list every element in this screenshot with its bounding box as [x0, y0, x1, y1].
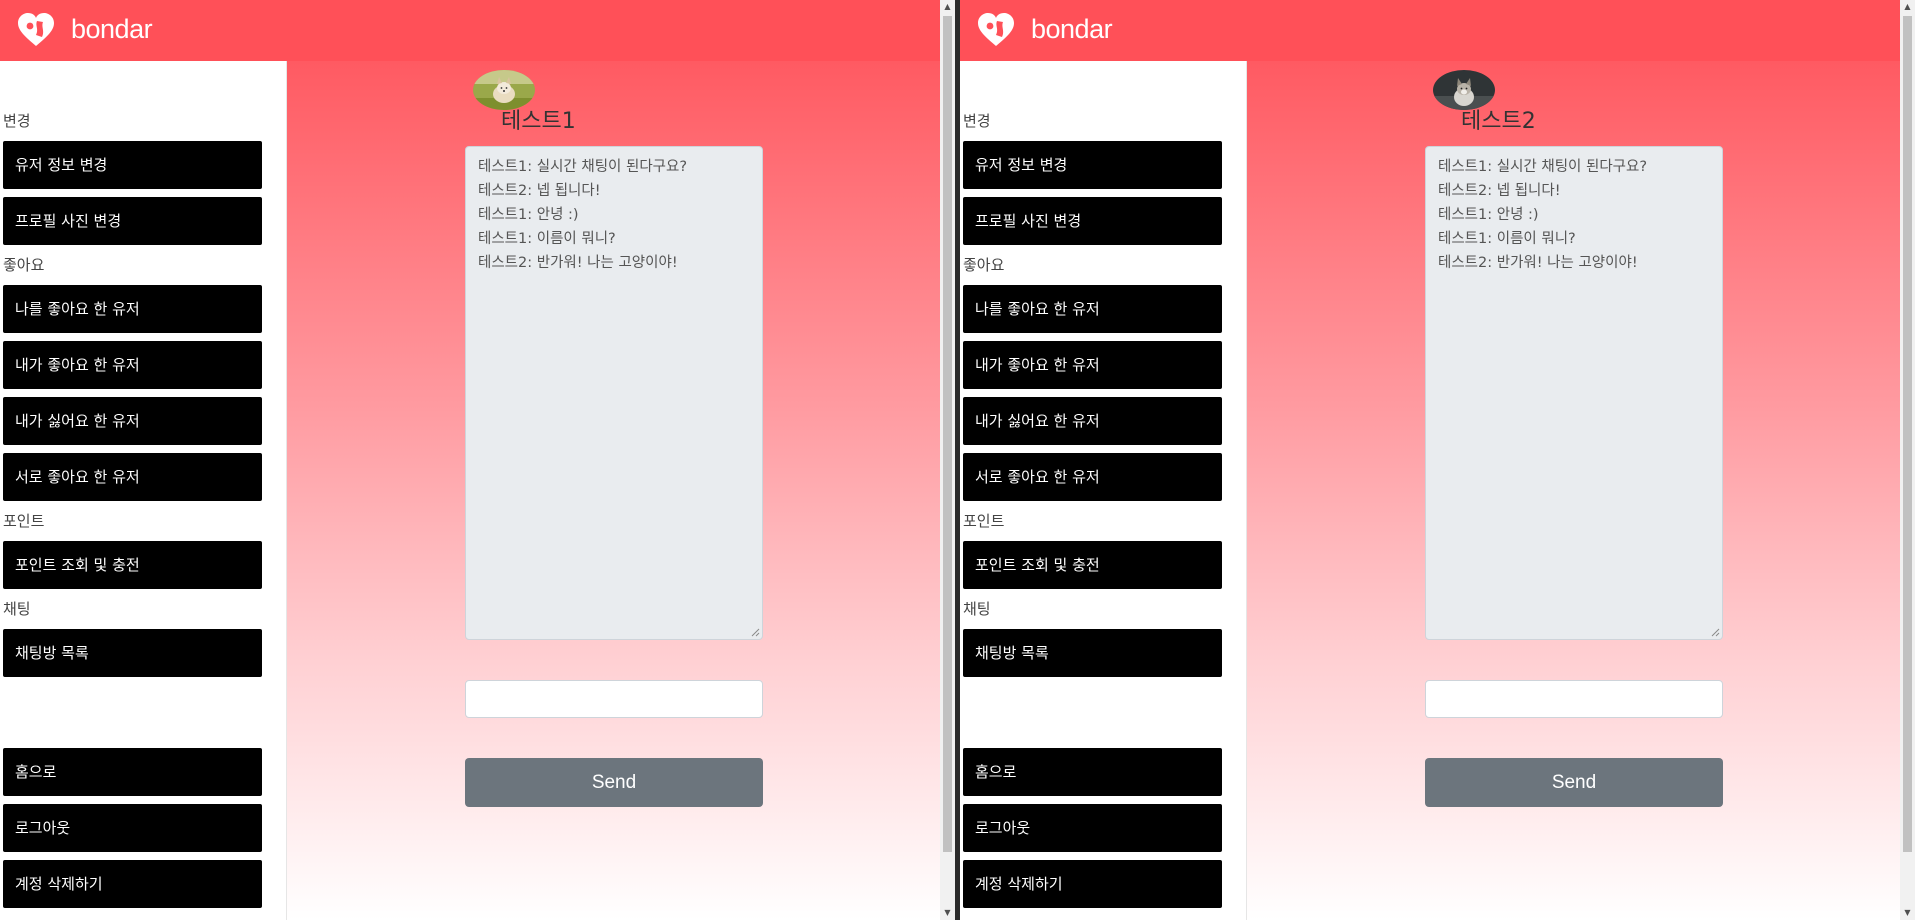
message-input[interactable]	[1425, 680, 1723, 718]
liked-me-users-button[interactable]: 나를 좋아요 한 유저	[963, 285, 1222, 333]
scrollbar-right[interactable]: ▲ ▼	[1900, 0, 1915, 920]
browser-window-right: bondar 변경 유저 정보 변경 프로필 사진 변경 좋아요 나를 좋아요 …	[960, 0, 1900, 920]
chat-main: 테스트1 테스트1: 실시간 채팅이 된다구요? 테스트2: 넵 됩니다! 테스…	[287, 61, 940, 920]
chat-main: 테스트2 테스트1: 실시간 채팅이 된다구요? 테스트2: 넵 됩니다! 테스…	[1247, 61, 1900, 920]
screen: bondar 변경 유저 정보 변경 프로필 사진 변경 좋아요 나를 좋아요 …	[0, 0, 1916, 920]
resize-grip-icon[interactable]	[750, 627, 760, 637]
scroll-thumb[interactable]	[943, 16, 952, 852]
chat-rooms-button[interactable]: 채팅방 목록	[3, 629, 262, 677]
chat-message: 테스트2: 반가워! 나는 고양이야!	[1438, 255, 1638, 271]
scroll-down-arrow-icon[interactable]: ▼	[1900, 906, 1915, 920]
sidebar: 변경 유저 정보 변경 프로필 사진 변경 좋아요 나를 좋아요 한 유저 내가…	[0, 61, 287, 920]
section-label-likes: 좋아요	[3, 256, 45, 274]
scroll-down-arrow-icon[interactable]: ▼	[940, 906, 955, 920]
i-disliked-users-button[interactable]: 내가 싫어요 한 유저	[3, 397, 262, 445]
mutual-like-users-button[interactable]: 서로 좋아요 한 유저	[3, 453, 262, 501]
cat-avatar	[1433, 70, 1495, 110]
chat-partner-name: 테스트2	[1461, 109, 1536, 134]
section-label-points: 포인트	[963, 512, 1005, 530]
i-liked-users-button[interactable]: 내가 좋아요 한 유저	[3, 341, 262, 389]
brand-name[interactable]: bondar	[1031, 12, 1113, 46]
points-charge-button[interactable]: 포인트 조회 및 충전	[3, 541, 262, 589]
chat-message: 테스트2: 넵 됩니다!	[478, 183, 601, 199]
section-label-chat: 채팅	[963, 600, 991, 618]
heart-logo-icon[interactable]	[16, 12, 56, 48]
scrollbar-left[interactable]: ▲ ▼	[940, 0, 955, 920]
navbar: bondar	[960, 0, 1900, 61]
logout-button[interactable]: 로그아웃	[963, 804, 1222, 852]
delete-account-button[interactable]: 계정 삭제하기	[3, 860, 262, 908]
section-label-change: 변경	[3, 112, 31, 130]
profile-photo-change-button[interactable]: 프로필 사진 변경	[963, 197, 1222, 245]
dog-avatar	[473, 70, 535, 110]
user-info-change-button[interactable]: 유저 정보 변경	[3, 141, 262, 189]
chat-log-textarea[interactable]: 테스트1: 실시간 채팅이 된다구요? 테스트2: 넵 됩니다! 테스트1: 안…	[465, 146, 763, 640]
chat-message: 테스트1: 이름이 뭐니?	[478, 231, 616, 247]
chat-log-textarea[interactable]: 테스트1: 실시간 채팅이 된다구요? 테스트2: 넵 됩니다! 테스트1: 안…	[1425, 146, 1723, 640]
home-button[interactable]: 홈으로	[963, 748, 1222, 796]
user-info-change-button[interactable]: 유저 정보 변경	[963, 141, 1222, 189]
home-button[interactable]: 홈으로	[3, 748, 262, 796]
delete-account-button[interactable]: 계정 삭제하기	[963, 860, 1222, 908]
chat-message: 테스트1: 이름이 뭐니?	[1438, 231, 1576, 247]
section-label-points: 포인트	[3, 512, 45, 530]
send-button[interactable]: Send	[1425, 758, 1723, 807]
chat-message: 테스트2: 반가워! 나는 고양이야!	[478, 255, 678, 271]
scroll-thumb[interactable]	[1903, 16, 1912, 852]
section-label-chat: 채팅	[3, 600, 31, 618]
browser-window-left: bondar 변경 유저 정보 변경 프로필 사진 변경 좋아요 나를 좋아요 …	[0, 0, 940, 920]
message-input[interactable]	[465, 680, 763, 718]
sidebar: 변경 유저 정보 변경 프로필 사진 변경 좋아요 나를 좋아요 한 유저 내가…	[960, 61, 1247, 920]
send-button[interactable]: Send	[465, 758, 763, 807]
section-label-likes: 좋아요	[963, 256, 1005, 274]
chat-message: 테스트1: 안녕 :)	[1438, 207, 1539, 223]
chat-message: 테스트1: 실시간 채팅이 된다구요?	[478, 159, 688, 175]
i-disliked-users-button[interactable]: 내가 싫어요 한 유저	[963, 397, 1222, 445]
liked-me-users-button[interactable]: 나를 좋아요 한 유저	[3, 285, 262, 333]
heart-logo-icon[interactable]	[976, 12, 1016, 48]
chat-message: 테스트1: 안녕 :)	[478, 207, 579, 223]
points-charge-button[interactable]: 포인트 조회 및 충전	[963, 541, 1222, 589]
profile-photo-change-button[interactable]: 프로필 사진 변경	[3, 197, 262, 245]
chat-partner-name: 테스트1	[501, 109, 576, 134]
chat-rooms-button[interactable]: 채팅방 목록	[963, 629, 1222, 677]
mutual-like-users-button[interactable]: 서로 좋아요 한 유저	[963, 453, 1222, 501]
chat-message: 테스트2: 넵 됩니다!	[1438, 183, 1561, 199]
brand-name[interactable]: bondar	[71, 12, 153, 46]
i-liked-users-button[interactable]: 내가 좋아요 한 유저	[963, 341, 1222, 389]
scroll-up-arrow-icon[interactable]: ▲	[1900, 0, 1915, 14]
navbar: bondar	[0, 0, 940, 61]
scroll-up-arrow-icon[interactable]: ▲	[940, 0, 955, 14]
section-label-change: 변경	[963, 112, 991, 130]
resize-grip-icon[interactable]	[1710, 627, 1720, 637]
logout-button[interactable]: 로그아웃	[3, 804, 262, 852]
chat-message: 테스트1: 실시간 채팅이 된다구요?	[1438, 159, 1648, 175]
